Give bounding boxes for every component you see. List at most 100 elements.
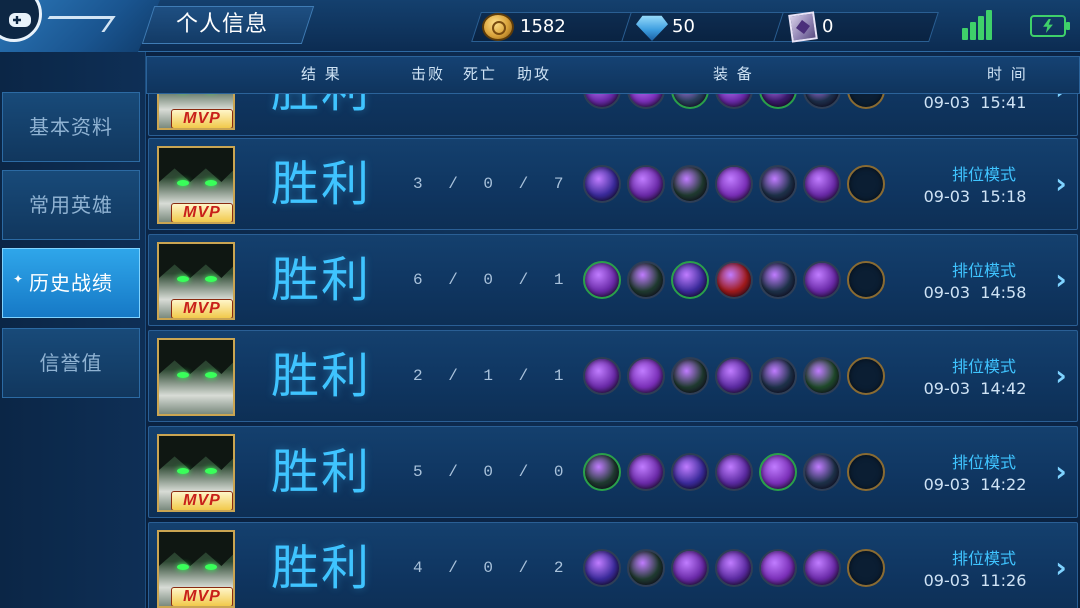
equipment-item-icon[interactable] (671, 165, 709, 203)
hero-avatar: MVP (157, 242, 235, 320)
equipment-item-icon[interactable] (627, 94, 665, 109)
match-result: 胜利 (271, 94, 371, 127)
game-mode: 排位模式 (951, 261, 1016, 280)
empty-item-slot[interactable] (847, 357, 885, 395)
table-row[interactable]: MVP 胜利 09-03 15:41 › (148, 94, 1078, 136)
equipment-item-icon[interactable] (803, 165, 841, 203)
equipment-item-icon[interactable] (803, 357, 841, 395)
app-root: 个人信息 1582 50 0 基本资料 常用英雄 历史战绩 信誉值 MVP 胜利 0… (0, 0, 1080, 608)
gold-coin-icon (482, 13, 514, 41)
equipment-item-icon[interactable] (627, 453, 665, 491)
sidebar-item-basic-info[interactable]: 基本资料 (2, 92, 140, 162)
chevron-right-icon[interactable]: › (1049, 551, 1073, 585)
equipment-item-icon[interactable] (759, 453, 797, 491)
equipment-item-icon[interactable] (759, 261, 797, 299)
header-deaths: 死亡 (463, 65, 498, 83)
equipment-item-icon[interactable] (671, 261, 709, 299)
match-result: 胜利 (271, 252, 372, 308)
equipment-item-icon[interactable] (759, 549, 797, 587)
equipment-item-icon[interactable] (583, 357, 621, 395)
match-history-list: MVP 胜利 09-03 15:41 › MVP 胜利 3 / 0 / 7 排位模式 09-03… (148, 94, 1080, 608)
equipment-item-icon[interactable] (671, 549, 709, 587)
hero-avatar: MVP (157, 434, 235, 512)
match-time: 09-03 14:22 (923, 475, 1027, 494)
equipment-item-icon[interactable] (627, 549, 665, 587)
equipment-item-icon[interactable] (671, 453, 709, 491)
table-row[interactable]: MVP 胜利 6 / 0 / 1 排位模式 09-03 14:58 › (148, 234, 1078, 326)
chevron-right-icon[interactable]: › (1049, 94, 1073, 107)
gamepad-icon (9, 13, 31, 27)
match-time: 09-03 14:58 (923, 283, 1027, 302)
header-time: 时 间 (987, 65, 1028, 83)
match-result: 胜利 (271, 444, 372, 500)
chevron-right-icon[interactable]: › (1049, 455, 1073, 489)
empty-item-slot[interactable] (847, 94, 885, 109)
header-equipment: 装 备 (713, 65, 754, 83)
empty-item-slot[interactable] (847, 165, 885, 203)
table-header: 结 果 击败 死亡 助攻 装 备 时 间 (146, 56, 1080, 94)
mvp-badge: MVP (171, 109, 233, 128)
equipment-item-icon[interactable] (583, 261, 621, 299)
match-time: 09-03 14:42 (923, 379, 1027, 398)
voucher-card-icon (788, 11, 818, 43)
mvp-badge: MVP (171, 299, 233, 318)
equipment-item-icon[interactable] (715, 549, 753, 587)
battery-charging-icon (1030, 15, 1070, 37)
chevron-right-icon[interactable]: › (1049, 263, 1073, 297)
equipment-item-icon[interactable] (759, 357, 797, 395)
sidebar-item-common-heroes[interactable]: 常用英雄 (2, 170, 140, 240)
match-result: 胜利 (271, 348, 372, 404)
page-title: 个人信息 (176, 12, 269, 37)
table-row[interactable]: MVP 胜利 5 / 0 / 0 排位模式 09-03 14:22 › (148, 426, 1078, 518)
chevron-right-icon[interactable]: › (1049, 359, 1073, 393)
equipment-item-icon[interactable] (627, 261, 665, 299)
equipment-item-icon[interactable] (627, 357, 665, 395)
equipment-item-icon[interactable] (671, 94, 709, 109)
sidebar-item-match-history[interactable]: 历史战绩 (2, 245, 140, 318)
equipment-item-icon[interactable] (715, 261, 753, 299)
game-mode: 排位模式 (951, 357, 1016, 376)
equipment-item-icon[interactable] (803, 94, 841, 109)
table-row[interactable]: MVP 胜利 4 / 0 / 2 排位模式 09-03 11:26 › (148, 522, 1078, 608)
table-row[interactable]: MVP 胜利 3 / 0 / 7 排位模式 09-03 15:18 › (148, 138, 1078, 230)
equipment-item-icon[interactable] (715, 165, 753, 203)
empty-item-slot[interactable] (847, 453, 885, 491)
wing-logo-icon (38, 16, 116, 32)
equipment-item-icon[interactable] (715, 357, 753, 395)
kda-stats: 4 / 0 / 2 (413, 559, 572, 577)
equipment-item-icon[interactable] (583, 165, 621, 203)
equipment-item-icon[interactable] (627, 165, 665, 203)
chevron-right-icon[interactable]: › (1049, 167, 1073, 201)
equipment-item-icon[interactable] (715, 453, 753, 491)
match-time: 09-03 15:18 (923, 187, 1027, 206)
hero-avatar: MVP (157, 94, 235, 130)
game-mode: 排位模式 (951, 165, 1016, 184)
header-kills: 击败 (411, 65, 446, 83)
kda-stats: 2 / 1 / 1 (413, 367, 572, 385)
kda-stats: 3 / 0 / 7 (413, 175, 572, 193)
equipment-item-icon[interactable] (759, 94, 797, 109)
game-mode: 排位模式 (951, 549, 1016, 568)
top-bar: 个人信息 1582 50 0 (0, 0, 1080, 52)
match-result: 胜利 (271, 156, 372, 212)
match-time: 09-03 15:41 (923, 94, 1027, 112)
signal-icon (962, 10, 992, 40)
mvp-badge: MVP (171, 587, 233, 606)
header-assists: 助攻 (517, 65, 552, 83)
equipment-item-icon[interactable] (583, 94, 621, 109)
equipment-item-icon[interactable] (671, 357, 709, 395)
empty-item-slot[interactable] (847, 549, 885, 587)
empty-item-slot[interactable] (847, 261, 885, 299)
equipment-item-icon[interactable] (715, 94, 753, 109)
equipment-item-icon[interactable] (803, 261, 841, 299)
match-time: 09-03 11:26 (923, 571, 1027, 590)
equipment-item-icon[interactable] (583, 549, 621, 587)
equipment-item-icon[interactable] (583, 453, 621, 491)
equipment-item-icon[interactable] (759, 165, 797, 203)
table-row[interactable]: 胜利 2 / 1 / 1 排位模式 09-03 14:42 › (148, 330, 1078, 422)
sidebar: 基本资料 常用英雄 历史战绩 信誉值 (0, 52, 146, 608)
equipment-item-icon[interactable] (803, 549, 841, 587)
sidebar-item-credit-score[interactable]: 信誉值 (2, 328, 140, 398)
equipment-item-icon[interactable] (803, 453, 841, 491)
hero-avatar: MVP (157, 146, 235, 224)
